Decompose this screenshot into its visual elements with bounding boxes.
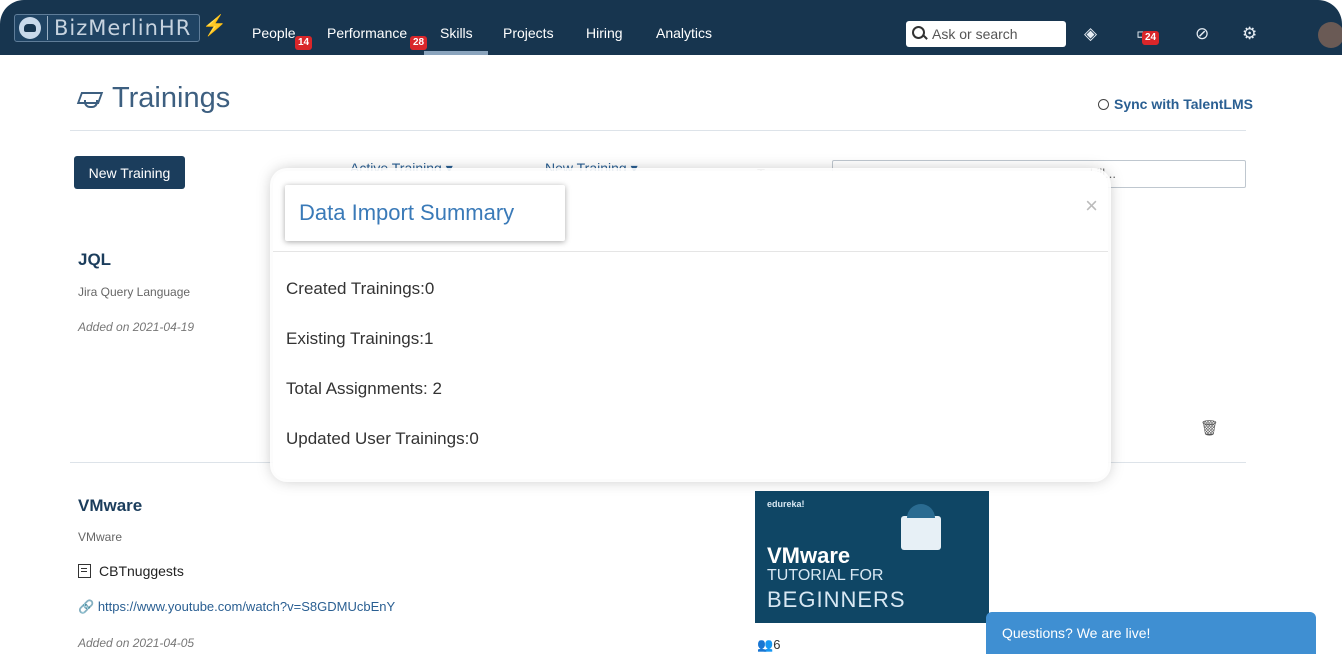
app-frame: BizMerlinHR ⚡ People 14 Performance 28 S… [0, 0, 1342, 667]
created-trainings: Created Trainings:0 [286, 279, 435, 298]
total-assignments: Total Assignments: 2 [286, 379, 442, 398]
data-import-summary-modal: Data Import Summary × Created Trainings:… [273, 171, 1108, 479]
updated-user-trainings: Updated User Trainings:0 [286, 429, 479, 448]
modal-title: Data Import Summary [299, 200, 515, 225]
existing-trainings: Existing Trainings:1 [286, 329, 434, 348]
close-icon[interactable]: × [1085, 193, 1098, 219]
modal-title-box: Data Import Summary [285, 185, 565, 241]
modal-header: Data Import Summary × [273, 171, 1108, 252]
